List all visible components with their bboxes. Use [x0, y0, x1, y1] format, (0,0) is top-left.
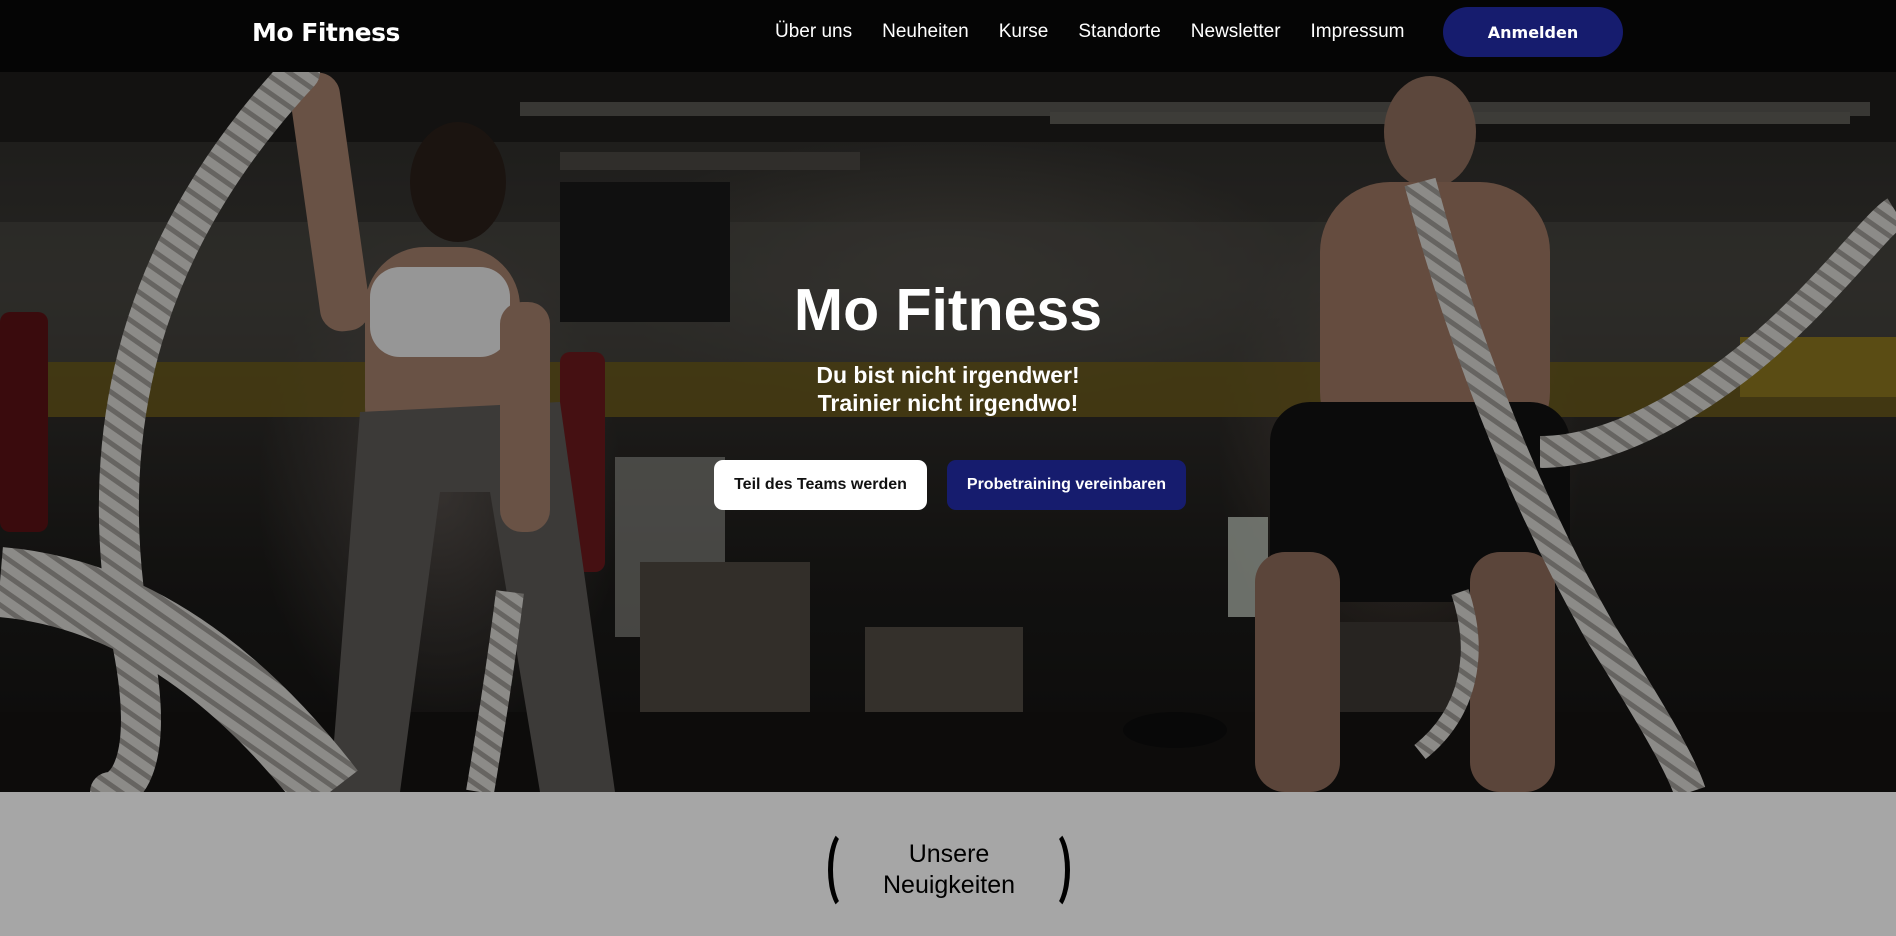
- news-section: Unsere Neuigkeiten: [0, 792, 1896, 936]
- brand-logo[interactable]: Mo Fitness: [252, 18, 400, 47]
- right-bracket-decoration: [1034, 828, 1070, 912]
- nav-link-kurse[interactable]: Kurse: [999, 21, 1049, 43]
- nav-link-standorte[interactable]: Standorte: [1078, 21, 1160, 43]
- nav-link-newsletter[interactable]: Newsletter: [1191, 21, 1281, 43]
- hero-subtitle-line1: Du bist nicht irgendwer!: [816, 362, 1080, 388]
- hero-background-image: [0, 72, 1896, 792]
- news-title: Unsere Neuigkeiten: [883, 839, 1015, 901]
- hero-subtitle-line2: Trainier nicht irgendwo!: [817, 390, 1079, 416]
- login-button[interactable]: Anmelden: [1443, 7, 1623, 57]
- hero-title: Mo Fitness: [793, 277, 1103, 343]
- join-team-button[interactable]: Teil des Teams werden: [714, 460, 927, 510]
- nav-link-neuheiten[interactable]: Neuheiten: [882, 21, 969, 43]
- top-navbar: Mo Fitness Über uns Neuheiten Kurse Stan…: [0, 0, 1896, 72]
- news-heading: Unsere Neuigkeiten: [828, 828, 1070, 912]
- nav-links: Über uns Neuheiten Kurse Standorte Newsl…: [775, 21, 1435, 43]
- nav-link-impressum[interactable]: Impressum: [1311, 21, 1405, 43]
- trial-training-button[interactable]: Probetraining vereinbaren: [947, 460, 1186, 510]
- nav-link-ueber-uns[interactable]: Über uns: [775, 21, 852, 43]
- news-title-line1: Unsere: [908, 840, 990, 868]
- news-title-line2: Neuigkeiten: [882, 871, 1016, 899]
- hero-section: Mo Fitness Du bist nicht irgendwer! Trai…: [0, 72, 1896, 792]
- left-bracket-decoration: [828, 828, 864, 912]
